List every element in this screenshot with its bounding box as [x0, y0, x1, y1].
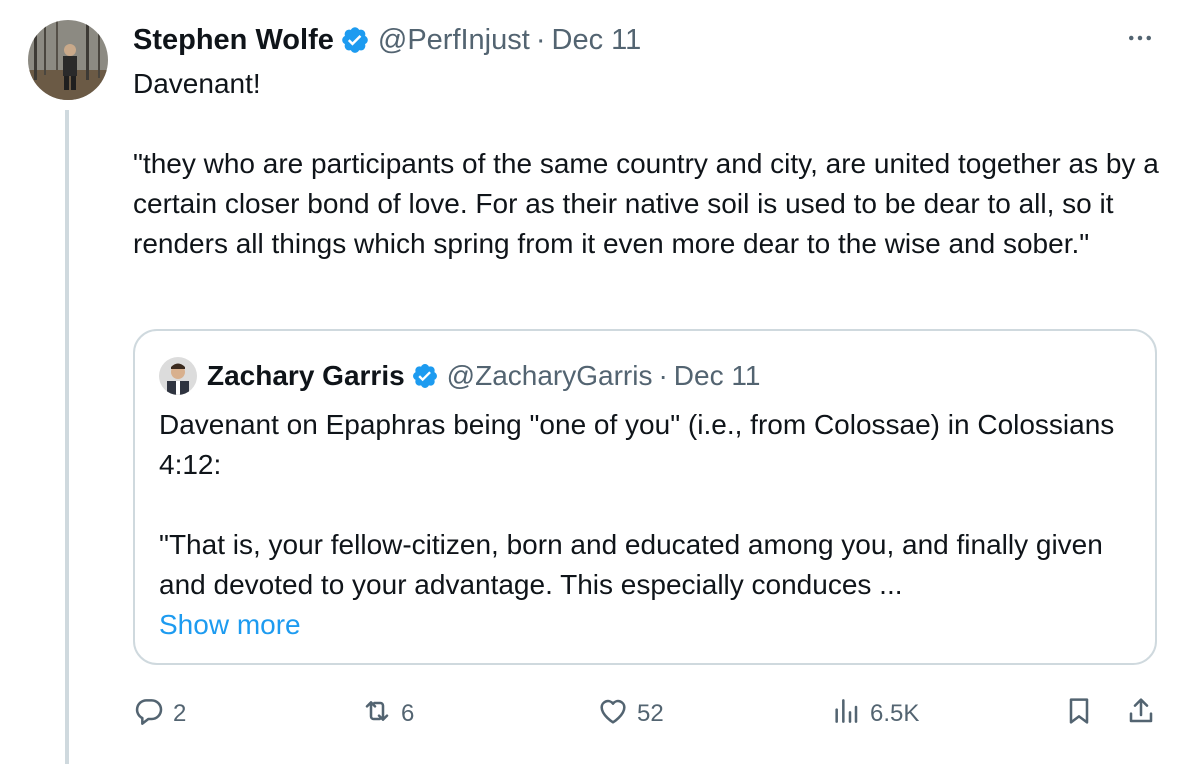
- separator: ·: [658, 360, 668, 391]
- bookmark-button[interactable]: [1063, 694, 1095, 734]
- quoted-tweet-card[interactable]: Zachary Garris @ZacharyGarris · Dec 11 D…: [133, 329, 1157, 665]
- quoted-tweet-date: Dec 11: [673, 360, 761, 391]
- reply-icon: [133, 695, 165, 734]
- author-avatar[interactable]: [28, 20, 108, 100]
- quoted-paragraph: Davenant on Epaphras being "one of you" …: [159, 409, 1115, 480]
- verified-badge-icon: [340, 25, 370, 55]
- share-button[interactable]: [1125, 694, 1157, 734]
- reply-count: 2: [173, 700, 187, 727]
- retweet-count: 6: [401, 700, 415, 727]
- tweet-text: Davenant! "they who are participants of …: [133, 64, 1173, 264]
- tweet-date[interactable]: Dec 11: [552, 22, 642, 58]
- tweet-header: Stephen Wolfe @PerfInjust · Dec 11: [133, 22, 641, 58]
- show-more-link[interactable]: Show more: [159, 609, 301, 640]
- author-name[interactable]: Stephen Wolfe: [133, 22, 334, 58]
- retweet-button[interactable]: 6: [361, 694, 414, 734]
- views-count: 6.5K: [870, 700, 920, 727]
- views-button[interactable]: 6.5K: [830, 694, 919, 734]
- thread-line: [65, 110, 69, 764]
- views-bar-icon: [830, 695, 862, 734]
- like-button[interactable]: 52: [597, 694, 664, 734]
- quoted-author-handle: @ZacharyGarris: [446, 360, 653, 391]
- share-icon: [1125, 695, 1157, 734]
- verified-badge-icon: [411, 362, 439, 390]
- quoted-tweet-text: Davenant on Epaphras being "one of you" …: [159, 405, 1139, 645]
- bookmark-icon: [1063, 695, 1095, 734]
- quoted-paragraph: "That is, your fellow-citizen, born and …: [159, 529, 1103, 600]
- heart-icon: [597, 695, 629, 734]
- quoted-tweet-header: Zachary Garris @ZacharyGarris · Dec 11: [159, 357, 760, 395]
- quoted-author-avatar: [159, 357, 197, 395]
- action-bar: 2 6 52 6.5K: [133, 694, 1163, 734]
- more-horizontal-icon: [1125, 23, 1155, 58]
- author-handle[interactable]: @PerfInjust: [378, 22, 530, 58]
- tweet-paragraph: Davenant!: [133, 68, 261, 99]
- tweet-paragraph: "they who are participants of the same c…: [133, 148, 1159, 259]
- separator: ·: [535, 24, 546, 56]
- like-count: 52: [637, 700, 664, 727]
- more-options-button[interactable]: [1120, 22, 1160, 58]
- quoted-author-name: Zachary Garris: [207, 360, 405, 391]
- reply-button[interactable]: 2: [133, 694, 186, 734]
- retweet-icon: [361, 695, 393, 734]
